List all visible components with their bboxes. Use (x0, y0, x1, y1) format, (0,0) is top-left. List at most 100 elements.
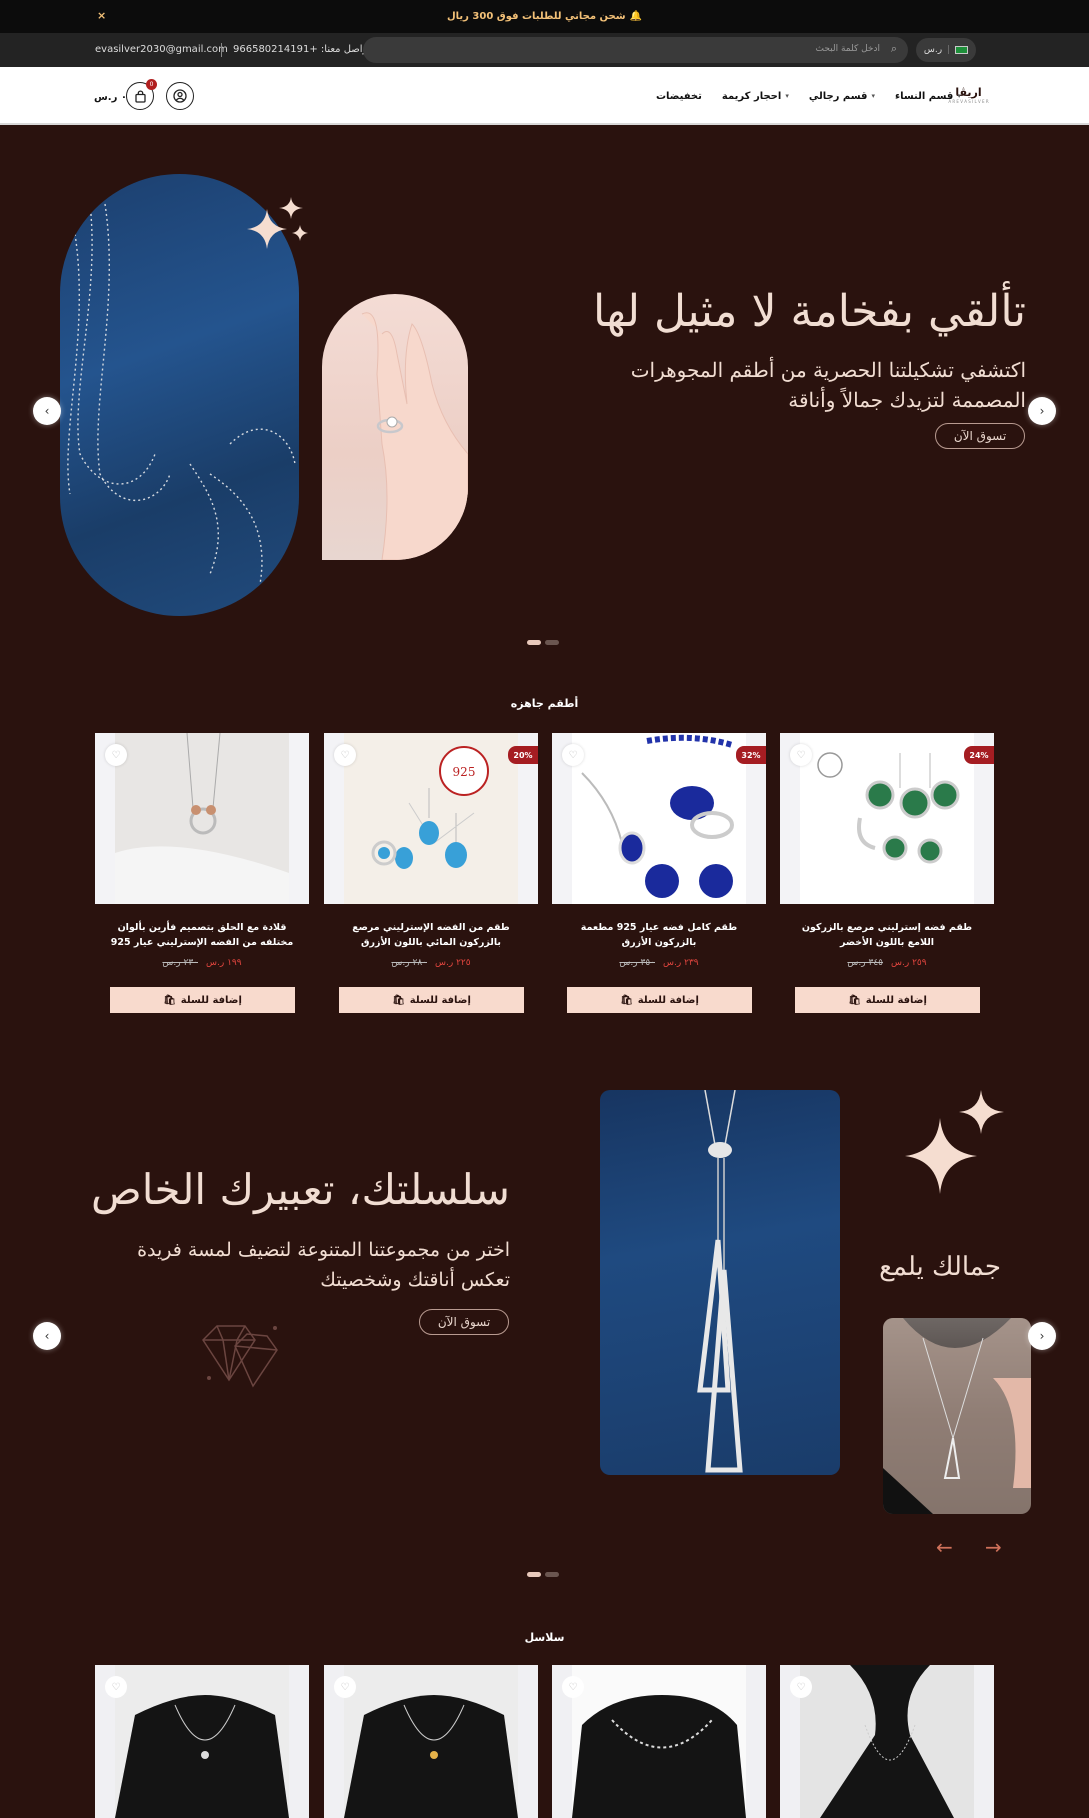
product-prices: ٢٢٥ ر.س ٢٨٠ ر.س (324, 958, 538, 968)
nav-item-women[interactable]: قسم النساء ▾ (895, 91, 961, 102)
account-button[interactable] (166, 82, 194, 110)
product-image (115, 1665, 289, 1818)
cart-button[interactable]: 0 (126, 79, 157, 110)
contact-email[interactable]: evasilver2030@gmail.com (95, 44, 228, 55)
search-input[interactable]: ادخل كلمة البحث (815, 44, 880, 54)
product-image[interactable]: ♡ 32% (552, 733, 766, 904)
nav-item-men[interactable]: قسم رجالي ▾ (809, 91, 875, 102)
add-to-cart-button[interactable]: إضافة للسلة 🛍 (795, 987, 980, 1013)
heart-icon[interactable]: ♡ (334, 1676, 356, 1698)
product-card[interactable]: ♡ 24% طقم فضه إسترليني مرصع بالزركون الل… (780, 733, 994, 1015)
product-image (800, 1665, 974, 1818)
chevron-down-icon: ▾ (871, 92, 875, 100)
close-announcement-button[interactable]: × (97, 9, 106, 22)
product-name[interactable]: طقم كامل فضه عيار 925 مطعمة بالزركون الأ… (562, 920, 756, 950)
heart-icon[interactable]: ♡ (105, 744, 127, 766)
product-price: ٢٥٩ ر.س (891, 958, 927, 968)
chevron-down-icon: ▾ (785, 92, 789, 100)
heart-icon[interactable]: ♡ (562, 1676, 584, 1698)
heart-icon[interactable]: ♡ (105, 1676, 127, 1698)
pagination-dot[interactable] (545, 1572, 559, 1577)
nav-menu: قسم النساء ▾ قسم رجالي ▾ احجار كريمة ▾ تخفي… (656, 67, 961, 125)
chevron-right-icon: › (1039, 404, 1045, 418)
product-name[interactable]: طقم من الفضه الإسترليني مرصع بالزركون ال… (334, 920, 528, 950)
banner2-model-image (883, 1318, 1031, 1514)
discount-badge: 20% (508, 746, 538, 764)
product-card[interactable]: ♡ 32% طقم كامل فضه عيار 925 مطعمة بالزرك… (552, 733, 766, 1015)
hero-prev-button[interactable]: ‹ (33, 397, 61, 425)
hero-pagination (527, 640, 559, 645)
hero-shop-now-button[interactable]: تسوق الآن (935, 423, 1025, 449)
product-card[interactable]: ♡ (780, 1665, 994, 1818)
utility-bar: evasilver2030@gmail.com تواصل معنا: +966… (0, 33, 1089, 67)
add-to-cart-button[interactable]: إضافة للسلة 🛍 (339, 987, 524, 1013)
contact-phone[interactable]: تواصل معنا: +966580214191 (233, 44, 371, 55)
product-image[interactable]: ♡ 24% (780, 733, 994, 904)
banner2-subtitle-line2: تعكس أناقتك وشخصيتك (320, 1269, 510, 1291)
add-to-cart-button[interactable]: إضافة للسلة 🛍 (110, 987, 295, 1013)
cart-count-badge: 0 (146, 79, 157, 90)
hero-slider: تألقي بفخامة لا مثيل لها اكتشفي تشكيلتنا… (0, 127, 1089, 667)
hand-with-ring-graphic (361, 312, 468, 560)
banner2-next-button[interactable]: › (1028, 1322, 1056, 1350)
heart-icon[interactable]: ♡ (334, 744, 356, 766)
pagination-dot[interactable] (545, 640, 559, 645)
product-old-price: ٣٥٠ ر.س (619, 958, 655, 968)
section-title-chains: سلاسل (524, 1631, 565, 1644)
section-title-sets: أطقم جاهزه (510, 697, 579, 710)
chevron-left-icon: ‹ (44, 404, 50, 418)
banner2-side-text: جمالك يلمع (879, 1252, 1001, 1282)
banner2-arrow-left-icon[interactable]: ← (936, 1535, 953, 1559)
product-prices: ٢٣٩ ر.س ٣٥٠ ر.س (552, 958, 766, 968)
hero-title: تألقي بفخامة لا مثيل لها (592, 286, 1026, 337)
chevron-right-icon: › (1039, 1329, 1045, 1343)
bell-icon: 🔔 (629, 11, 643, 22)
product-price: ١٩٩ ر.س (206, 958, 242, 968)
product-old-price: ٢٣٠ ر.س (162, 958, 198, 968)
product-card[interactable]: ♡ قلادة مع الحلق بتصميم فأرين بألوان مخت… (95, 733, 309, 1015)
banner2-pagination (527, 1572, 559, 1577)
product-image (344, 1665, 518, 1818)
hero-subtitle-line2: المصممة لتزيدك جمالاً وأناقة (788, 388, 1026, 412)
heart-icon[interactable]: ♡ (562, 744, 584, 766)
product-old-price: ٣٤٥ ر.س (847, 958, 883, 968)
nav-item-sale[interactable]: تخفيضات (656, 91, 702, 102)
product-prices: ١٩٩ ر.س ٢٣٠ ر.س (95, 958, 309, 968)
cart-icon: 🛍 (163, 994, 176, 1006)
banner2-prev-button[interactable]: ‹ (33, 1322, 61, 1350)
nav-item-gemstones[interactable]: احجار كريمة ▾ (722, 91, 789, 102)
banner2-arrow-right-icon[interactable]: → (985, 1535, 1002, 1559)
product-card[interactable]: ♡ (324, 1665, 538, 1818)
pagination-dot[interactable] (527, 640, 541, 645)
product-card[interactable]: 925 ♡ 20% طقم من الفضه الإسترليني مرصع ب… (324, 733, 538, 1015)
cart-icon (134, 89, 146, 103)
diamond-icon (202, 1325, 278, 1388)
hero-subtitle-line1: اكتشفي تشكيلتنا الحصرية من أطقم المجوهرا… (630, 358, 1026, 382)
sparkle-icon (247, 197, 308, 249)
product-card[interactable]: ♡ (95, 1665, 309, 1818)
product-card[interactable]: ♡ (552, 1665, 766, 1818)
search-bar[interactable]: ادخل كلمة البحث ⌕ (363, 37, 908, 63)
currency-selector[interactable]: ر.س | (916, 38, 976, 62)
product-image[interactable]: ♡ (95, 733, 309, 904)
pagination-dot[interactable] (527, 1572, 541, 1577)
product-name[interactable]: طقم فضه إسترليني مرصع بالزركون اللامع با… (790, 920, 984, 950)
hero-next-button[interactable]: › (1028, 397, 1056, 425)
cart-icon: 🛍 (848, 994, 861, 1006)
cart-icon: 🛍 (620, 994, 633, 1006)
divider (221, 43, 222, 57)
heart-icon[interactable]: ♡ (790, 1676, 812, 1698)
banner2-title: سلسلتك، تعبيرك الخاص (90, 1165, 510, 1214)
add-to-cart-button[interactable]: إضافة للسلة 🛍 (567, 987, 752, 1013)
product-name[interactable]: قلادة مع الحلق بتصميم فأرين بألوان مختلف… (105, 920, 299, 950)
heart-icon[interactable]: ♡ (790, 744, 812, 766)
announcement-text: شحن مجاني للطلبات فوق 300 ريال (446, 11, 626, 22)
main-navigation: اريڤا A R E V A S I L V E R قسم النساء ▾ … (0, 67, 1089, 125)
discount-badge: 24% (964, 746, 994, 764)
currency-label: ر.س (923, 45, 943, 55)
discount-badge: 32% (736, 746, 766, 764)
cart-icon: 🛍 (392, 994, 405, 1006)
search-icon[interactable]: ⌕ (891, 42, 897, 56)
banner2-shop-now-button[interactable]: تسوق الآن (419, 1309, 509, 1335)
product-image[interactable]: 925 ♡ 20% (324, 733, 538, 904)
